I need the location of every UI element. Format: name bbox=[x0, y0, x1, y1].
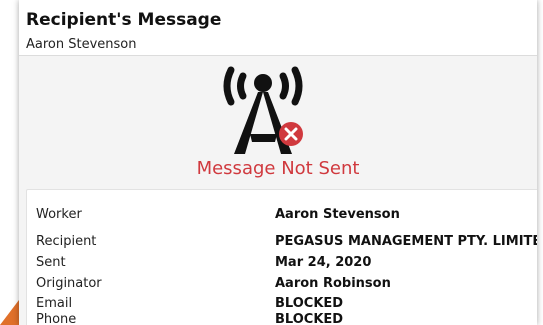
detail-value: Aaron Stevenson bbox=[275, 207, 400, 222]
antenna-signal-error-icon bbox=[203, 62, 323, 158]
detail-value: BLOCKED bbox=[275, 296, 344, 311]
message-details-card: Worker Aaron Stevenson Recipient PEGASUS… bbox=[26, 189, 537, 325]
panel-header: Recipient's Message Aaron Stevenson bbox=[19, 0, 537, 56]
detail-label: Recipient bbox=[36, 234, 97, 249]
detail-label: Phone bbox=[36, 312, 77, 325]
panel-subtitle: Aaron Stevenson bbox=[26, 37, 137, 52]
detail-label: Worker bbox=[36, 207, 82, 222]
panel-title: Recipient's Message bbox=[26, 10, 222, 30]
detail-label: Sent bbox=[36, 255, 66, 270]
detail-value: PEGASUS MANAGEMENT PTY. LIMITED bbox=[275, 234, 537, 249]
detail-value: Aaron Robinson bbox=[275, 276, 391, 291]
recipient-message-panel: Recipient's Message Aaron Stevenson Mess… bbox=[19, 0, 537, 325]
detail-label: Originator bbox=[36, 276, 102, 291]
detail-value: Mar 24, 2020 bbox=[275, 255, 372, 270]
message-status-text: Message Not Sent bbox=[196, 158, 360, 179]
detail-label: Email bbox=[36, 296, 73, 311]
detail-value: BLOCKED bbox=[275, 312, 344, 325]
